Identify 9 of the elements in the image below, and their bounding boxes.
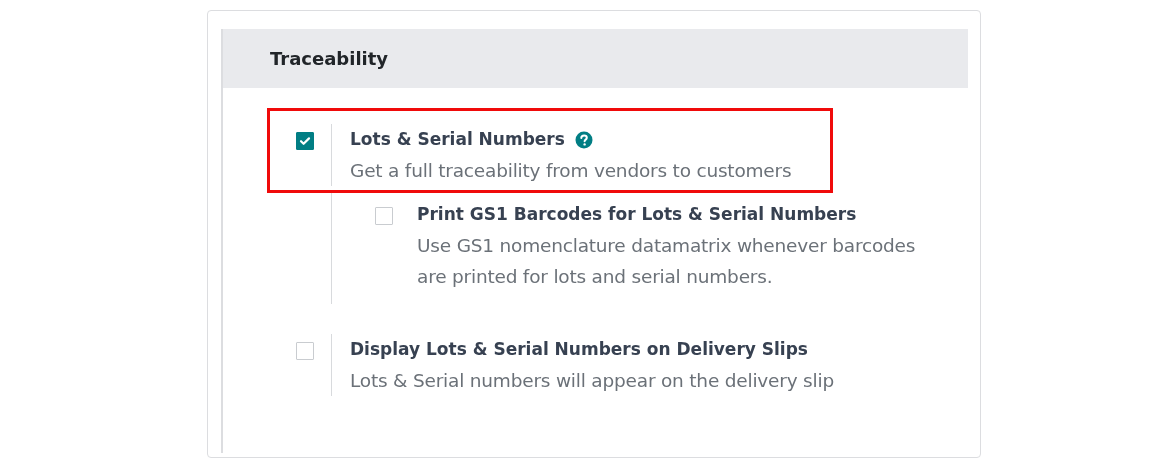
setting-description: Get a full traceability from vendors to customers (350, 159, 792, 183)
setting-title: Print GS1 Barcodes for Lots & Serial Numbers (417, 203, 858, 226)
setting-description: Lots & Serial numbers will appear on the delivery slip (350, 369, 834, 393)
setting-title: Display Lots & Serial Numbers on Delivery Slips (350, 338, 808, 361)
setting-title: Lots & Serial Numbers (350, 128, 565, 151)
checkbox[interactable] (296, 132, 314, 150)
section-title: Traceability (270, 48, 389, 69)
help-icon[interactable] (574, 130, 593, 149)
setting-description: Use GS1 nomenclature datamatrix whenever barcodes are printed for lots and serial numbers. (417, 234, 917, 289)
